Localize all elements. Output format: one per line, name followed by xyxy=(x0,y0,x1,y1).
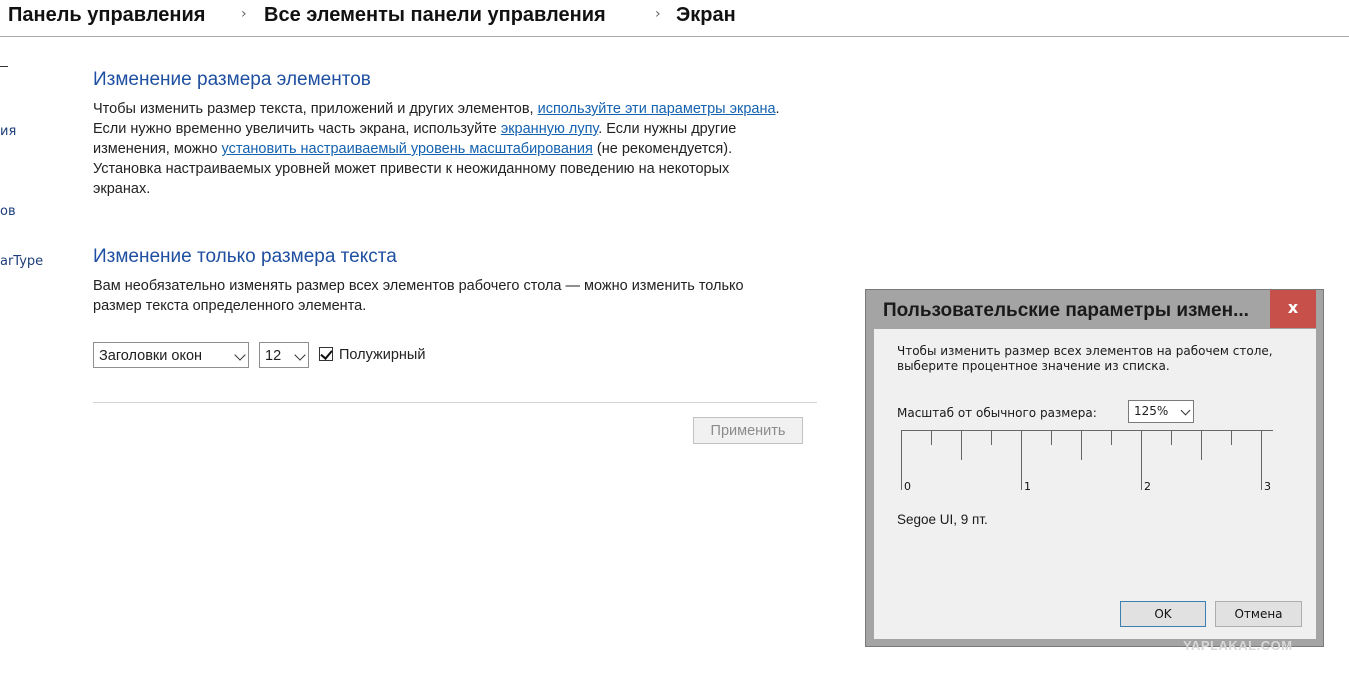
scale-label: Масштаб от обычного размера: xyxy=(897,406,1097,420)
text: экранах. xyxy=(93,181,151,197)
sidebar-item-cleartype[interactable]: arType xyxy=(0,254,43,269)
text: . xyxy=(775,101,780,117)
text: Если нужно временно увеличить часть экра… xyxy=(93,121,501,137)
chevron-right-icon: › xyxy=(241,6,247,22)
sidebar-item-2[interactable]: ов xyxy=(0,204,16,219)
breadcrumb-item-control-panel[interactable]: Панель управления xyxy=(8,4,205,27)
font-sample: Segoe UI, 9 пт. xyxy=(897,512,988,527)
section-title-text-size: Изменение только размера текста xyxy=(93,246,397,267)
ruler-label-0: 0 xyxy=(904,480,911,493)
ruler-tick-minor xyxy=(1231,430,1232,445)
cancel-button[interactable]: Отмена xyxy=(1215,601,1302,627)
ruler-tick-major xyxy=(1261,430,1262,490)
text: размер текста определенного элемента. xyxy=(93,298,367,314)
breadcrumb: Панель управления › Все элементы панели … xyxy=(0,0,1349,37)
ruler-tick-major xyxy=(901,430,902,490)
ruler-tick-minor xyxy=(931,430,932,445)
section-title-size: Изменение размера элементов xyxy=(93,69,371,90)
ruler-tick-minor xyxy=(991,430,992,445)
sidebar-divider xyxy=(0,66,8,67)
text: Установка настраиваемых уровней может пр… xyxy=(93,161,730,177)
font-size-value: 12 xyxy=(265,348,282,364)
scale-ruler[interactable]: 0 1 2 3 xyxy=(901,430,1283,493)
bold-checkbox[interactable] xyxy=(319,347,333,361)
divider xyxy=(93,402,817,403)
breadcrumb-item-display[interactable]: Экран xyxy=(676,4,736,27)
scale-select[interactable]: 125% xyxy=(1128,400,1194,423)
chevron-down-icon xyxy=(234,349,246,361)
section-text-description: Вам необязательно изменять размер всех э… xyxy=(93,276,833,316)
ruler-tick-minor xyxy=(1171,430,1172,445)
font-size-select[interactable]: 12 xyxy=(259,342,309,368)
ruler-label-2: 2 xyxy=(1144,480,1151,493)
checkmark-icon xyxy=(320,347,333,360)
watermark: YAPLAKAL.COM xyxy=(1183,638,1293,653)
chevron-right-icon: › xyxy=(655,6,661,22)
element-select-value: Заголовки окон xyxy=(99,348,203,364)
section-size-description: Чтобы изменить размер текста, приложений… xyxy=(93,99,833,199)
display-settings-link[interactable]: используйте эти параметры экрана xyxy=(538,101,776,117)
text: Вам необязательно изменять размер всех э… xyxy=(93,278,744,294)
ok-button[interactable]: OK xyxy=(1120,601,1206,627)
custom-scaling-link[interactable]: установить настраиваемый уровень масштаб… xyxy=(222,141,593,157)
chevron-down-icon xyxy=(294,349,306,361)
dialog-instruction-line2: выберите процентное значение из списка. xyxy=(897,359,1170,373)
magnifier-link[interactable]: экранную лупу xyxy=(501,121,598,137)
close-button[interactable]: x xyxy=(1270,290,1316,328)
ruler-baseline xyxy=(901,430,1273,431)
chevron-down-icon xyxy=(1180,405,1191,416)
custom-scaling-dialog: Пользовательские параметры измен... x Чт… xyxy=(865,289,1324,647)
breadcrumb-item-all-items[interactable]: Все элементы панели управления xyxy=(264,4,606,27)
dialog-instruction-line1: Чтобы изменить размер всех элементов на … xyxy=(897,344,1273,358)
text: Чтобы изменить размер текста, приложений… xyxy=(93,101,538,117)
element-select[interactable]: Заголовки окон xyxy=(93,342,249,368)
apply-button[interactable]: Применить xyxy=(693,417,803,444)
scale-select-value: 125% xyxy=(1134,404,1169,418)
ruler-label-3: 3 xyxy=(1264,480,1271,493)
ruler-tick-major xyxy=(1021,430,1022,490)
dialog-title: Пользовательские параметры измен... xyxy=(883,300,1249,321)
dialog-body: Чтобы изменить размер всех элементов на … xyxy=(874,329,1316,639)
ruler-label-1: 1 xyxy=(1024,480,1031,493)
text: (не рекомендуется). xyxy=(592,141,733,157)
ruler-tick-half xyxy=(961,430,962,460)
text: изменения, можно xyxy=(93,141,222,157)
ruler-tick-major xyxy=(1141,430,1142,490)
ruler-tick-minor xyxy=(1051,430,1052,445)
bold-label[interactable]: Полужирный xyxy=(339,345,425,365)
text: . Если нужны другие xyxy=(598,121,737,137)
ruler-tick-minor xyxy=(1111,430,1112,445)
sidebar-item-1[interactable]: ия xyxy=(0,124,16,139)
ruler-tick-half xyxy=(1201,430,1202,460)
ruler-tick-half xyxy=(1081,430,1082,460)
